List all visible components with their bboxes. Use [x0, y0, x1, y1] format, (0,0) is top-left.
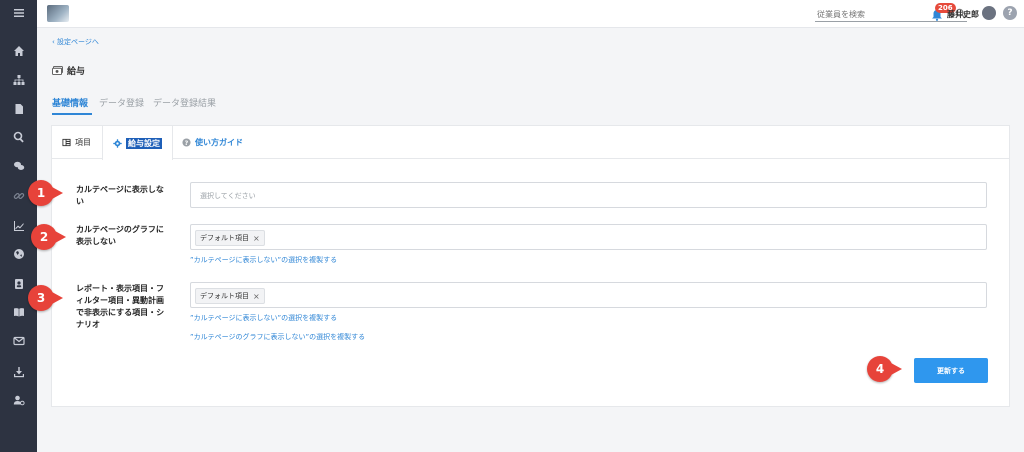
hide-on-karte-graph-select[interactable]: デフォルト項目 ×: [190, 224, 987, 250]
search-icon[interactable]: [0, 127, 37, 147]
field-label-hide-on-karte: カルテページに表示しな い: [76, 184, 164, 208]
money-icon: [52, 66, 63, 75]
tag-label: デフォルト項目: [200, 234, 249, 242]
back-link-label: 設定ページへ: [57, 38, 99, 46]
field-label-line: カルテページに表示しな: [76, 185, 164, 194]
document-icon[interactable]: [0, 99, 37, 119]
sub-tab-payroll-settings[interactable]: 給与設定: [102, 126, 173, 160]
update-button[interactable]: 更新する: [914, 358, 988, 383]
callout-3: 3: [28, 285, 63, 311]
chat-icon[interactable]: [0, 156, 37, 176]
help-icon[interactable]: ?: [1003, 6, 1017, 20]
sub-tabs: 項目 給与設定 ? 使い方ガイド: [52, 126, 1009, 160]
table-icon: [62, 138, 71, 147]
page-title: 給与: [67, 67, 86, 77]
top-bar: 206 藤井史郎 ?: [37, 0, 1024, 28]
field-label-line: カルテページのグラフに: [76, 225, 164, 234]
callout-4: 4: [867, 356, 902, 382]
sub-tab-items-label: 項目: [75, 138, 91, 147]
svg-text:?: ?: [185, 140, 189, 147]
tag-remove-icon[interactable]: ×: [253, 292, 260, 301]
sub-tab-payroll-settings-label: 給与設定: [126, 137, 162, 149]
hide-on-karte-select[interactable]: 選択してください: [190, 182, 987, 208]
copy-hide-on-karte-link[interactable]: ”カルテページに表示しない”の選択を複製する: [190, 255, 337, 265]
user-settings-icon[interactable]: [0, 390, 37, 410]
field-label-line: 表示しない: [76, 237, 116, 246]
copy-hide-on-karte-link[interactable]: ”カルテページに表示しない”の選択を複製する: [190, 313, 337, 323]
field-label-hide-on-karte-graph: カルテページのグラフに 表示しない: [76, 224, 164, 248]
question-circle-icon: ?: [182, 138, 191, 147]
gear-icon: [113, 138, 122, 148]
sub-tab-usage-guide[interactable]: ? 使い方ガイド: [182, 126, 243, 159]
field-label-line: い: [76, 197, 84, 206]
org-chart-icon[interactable]: [0, 70, 37, 90]
tab-basic-info[interactable]: 基礎情報: [52, 96, 88, 109]
callout-2: 2: [31, 224, 66, 250]
employee-search-input[interactable]: [817, 7, 937, 21]
home-icon[interactable]: [0, 41, 37, 61]
callout-1: 1: [28, 180, 63, 206]
field-label-line: ナリオ: [76, 320, 100, 329]
field-label-line: ィルター項目・異動計画: [76, 296, 164, 305]
active-tab-indicator: [52, 113, 92, 115]
settings-card: 項目 給与設定 ? 使い方ガイド カルテページに表示しな い 選択してください …: [51, 125, 1010, 407]
tag-label: デフォルト項目: [200, 292, 249, 300]
field-label-line: で非表示にする項目・シ: [76, 308, 165, 317]
user-name[interactable]: 藤井史郎: [947, 9, 979, 20]
mail-icon[interactable]: [0, 331, 37, 351]
avatar[interactable]: [982, 6, 996, 20]
sub-tab-usage-guide-label: 使い方ガイド: [195, 138, 243, 147]
select-placeholder: 選択してください: [200, 192, 256, 200]
company-logo[interactable]: [47, 5, 69, 22]
field-label-line: レポート・表示項目・フ: [76, 284, 164, 293]
selected-tag: デフォルト項目 ×: [195, 230, 265, 246]
sidebar: [0, 0, 37, 452]
sub-tab-items[interactable]: 項目: [62, 126, 91, 159]
tab-data-registration[interactable]: データ登録: [99, 96, 144, 109]
download-icon[interactable]: [0, 362, 37, 382]
back-to-settings-link[interactable]: ‹ 設定ページへ: [52, 37, 99, 47]
field-label-hide-in-reports: レポート・表示項目・フ ィルター項目・異動計画 で非表示にする項目・シ ナリオ: [76, 283, 164, 331]
tag-remove-icon[interactable]: ×: [253, 234, 260, 243]
copy-hide-on-karte-graph-link[interactable]: ”カルテページのグラフに表示しない”の選択を複製する: [190, 332, 365, 342]
selected-tag: デフォルト項目 ×: [195, 288, 265, 304]
hide-in-reports-select[interactable]: デフォルト項目 ×: [190, 282, 987, 308]
menu-icon[interactable]: [0, 3, 37, 23]
tab-data-registration-results[interactable]: データ登録結果: [153, 96, 216, 109]
globe-icon[interactable]: [0, 244, 37, 264]
